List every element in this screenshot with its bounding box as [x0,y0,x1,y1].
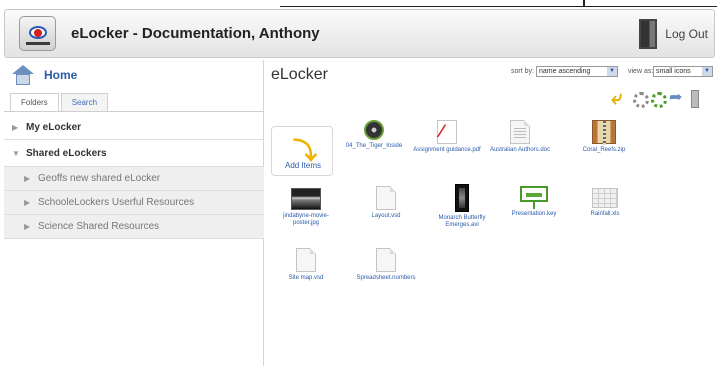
file-item[interactable]: Site map.vsd [271,248,341,282]
chevron-right-icon: ▶ [24,198,31,207]
move-icon[interactable]: ➦ [669,88,689,108]
chevron-right-icon: ▶ [24,174,31,183]
file-name: Australian Authors.doc [489,147,551,153]
file-name: jindabyne-movie-poster.jpg [283,213,329,226]
tree-item-geoffs-shared[interactable]: ▶ Geoffs new shared eLocker [4,167,264,191]
file-name: Rainfall.xls [590,211,620,217]
file-name: Monarch Butterfly Emerges.avi [438,215,486,228]
spreadsheet-icon [592,188,618,208]
video-icon [455,184,469,212]
file-item[interactable]: Australian Authors.doc [485,120,555,154]
tree-item-shared-elockers[interactable]: ▼ Shared eLockers [4,140,264,167]
file-item[interactable]: Presentation.key [499,186,569,218]
add-items-label: Add Items [284,161,321,170]
view-select[interactable]: small icons ▼ [653,66,713,77]
document-icon [296,248,316,272]
image-icon [291,188,321,210]
sort-value: name ascending [539,68,591,75]
file-item[interactable]: Monarch Butterfly Emerges.avi [427,184,497,229]
view-value: small icons [656,68,691,75]
chevron-right-icon: ▶ [12,123,19,132]
top-rule [280,6,717,7]
disc-icon [364,120,384,140]
folder-tree: ▶ My eLocker ▼ Shared eLockers ▶ Geoffs … [4,116,264,239]
logo-bar [26,42,50,45]
document-icon [510,120,530,144]
file-toolbar: ⤶ ➦ [611,84,701,108]
tree-item-label: Geoffs new shared eLocker [38,173,161,184]
tree-item-label: My eLocker [26,122,82,133]
pdf-icon [437,120,457,144]
settings-gear-icon[interactable] [633,92,649,108]
home-link[interactable]: Home [4,60,264,90]
zip-icon [592,120,616,145]
file-name: Layout.vsd [371,213,401,219]
tree-item-science-shared[interactable]: ▶ Science Shared Resources [4,215,264,239]
add-items-box: ⤵ Add Items [271,126,333,176]
sidebar-tabs: Folders Search [10,93,110,111]
file-item[interactable]: Assignment guidance.pdf [412,120,482,154]
tree-item-label: Science Shared Resources [38,221,160,232]
file-item[interactable]: Spreadsheet.numbers [345,248,427,282]
top-edge [0,0,717,7]
document-icon [376,248,396,272]
document-icon [376,186,396,210]
tree-item-my-elocker[interactable]: ▶ My eLocker [4,116,264,140]
file-browser: eLocker sort by: name ascending ▼ view a… [267,60,717,366]
add-items-button[interactable]: ⤵ Add Items [269,124,335,178]
sort-select[interactable]: name ascending ▼ [536,66,618,77]
tab-search[interactable]: Search [60,93,109,111]
tabs-divider [4,111,264,112]
top-tick [583,0,585,7]
tab-folders[interactable]: Folders [10,93,59,111]
file-name: Presentation.key [511,211,557,217]
file-item[interactable]: Layout.vsd [351,186,421,220]
sort-label: sort by: [511,68,534,75]
file-name: 04_The_Tiger_Inside [345,143,403,149]
app-title: eLocker - Documentation, Anthony [71,25,320,42]
tree-item-schoolelockers[interactable]: ▶ SchooleLockers Userful Resources [4,191,264,215]
view-label: view as: [628,68,654,75]
chevron-down-icon: ▼ [607,67,617,76]
home-label: Home [44,68,78,82]
logout-label: Log Out [665,27,708,41]
app-header: eLocker - Documentation, Anthony Log Out [4,9,715,58]
file-item[interactable]: Coral_Reefs.zip [569,120,639,154]
tree-item-label: Shared eLockers [26,147,107,159]
page-title: eLocker [271,66,328,83]
trash-icon[interactable] [691,90,699,108]
file-name: Coral_Reefs.zip [582,147,626,153]
logo-pupil [34,29,42,37]
file-name: Site map.vsd [288,275,324,281]
file-item[interactable]: Rainfall.xls [570,188,640,218]
share-gear-icon[interactable] [651,92,667,108]
chevron-down-icon: ▼ [702,67,712,76]
file-item[interactable]: 04_The_Tiger_Inside [339,120,409,150]
logout-button[interactable]: Log Out [639,17,708,51]
chevron-down-icon: ▼ [12,148,20,158]
file-item[interactable]: jindabyne-movie-poster.jpg [271,188,341,227]
file-name: Spreadsheet.numbers [356,275,416,281]
home-icon [12,65,34,85]
sidebar: Home Folders Search ▶ My eLocker ▼ Share… [4,60,264,366]
chevron-right-icon: ▶ [24,222,31,231]
door-icon [639,19,658,49]
file-name: Assignment guidance.pdf [413,147,481,153]
tree-item-label: SchooleLockers Userful Resources [38,197,195,208]
up-folder-icon[interactable]: ⤶ [611,88,631,108]
presentation-icon [520,186,548,209]
elocker-logo-icon[interactable] [19,16,56,51]
